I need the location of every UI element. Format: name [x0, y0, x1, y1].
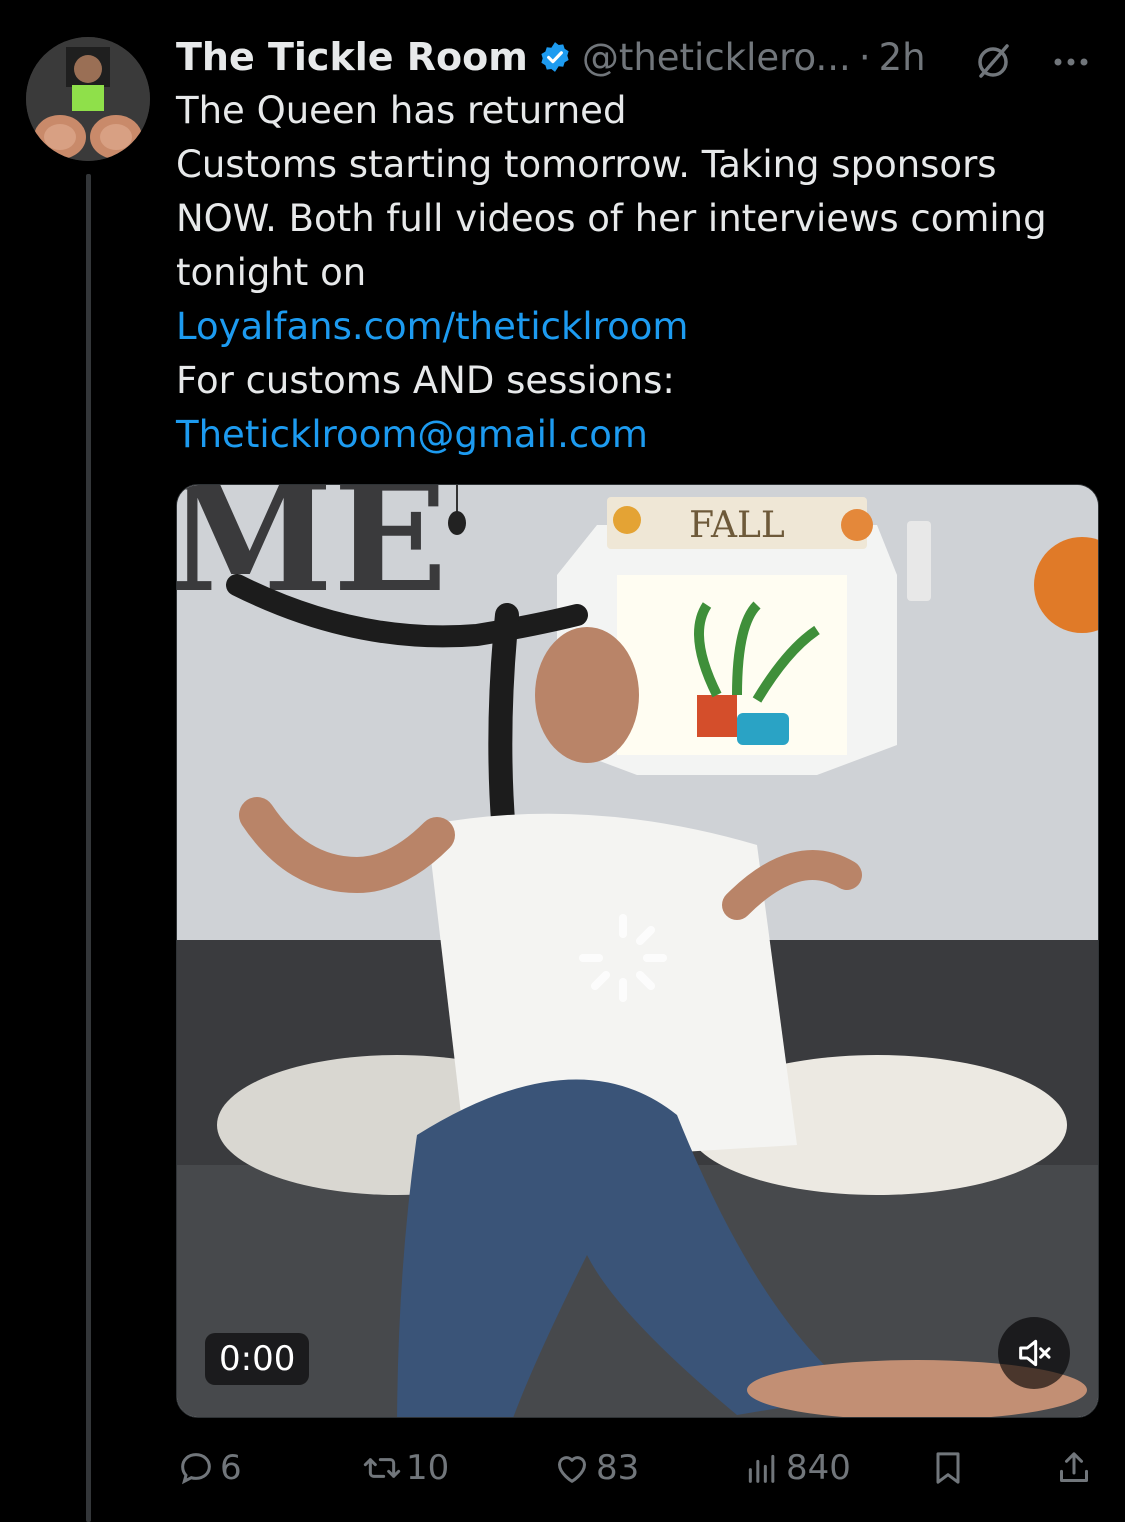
- mute-button[interactable]: [998, 1317, 1070, 1389]
- tweet-text-line: tonight on: [176, 251, 367, 294]
- timestamp[interactable]: 2h: [879, 36, 926, 79]
- tweet-text-line: Customs starting tomorrow. Taking sponso…: [176, 143, 997, 186]
- avatar-image: [26, 37, 150, 161]
- grok-icon[interactable]: [971, 40, 1015, 84]
- tweet-text-line: NOW. Both full videos of her interviews …: [176, 197, 1047, 240]
- repost-icon: [363, 1458, 401, 1478]
- like-icon: [558, 1456, 586, 1483]
- repost-button[interactable]: 10: [362, 1440, 449, 1496]
- fall-sign-text: FALL: [689, 505, 785, 546]
- repost-count: 10: [406, 1448, 450, 1488]
- views-count: 840: [786, 1448, 851, 1488]
- video-player[interactable]: ME FALL 0:00: [176, 484, 1099, 1418]
- loading-spinner-icon: [579, 914, 667, 1002]
- avatar[interactable]: [26, 37, 150, 161]
- views-button[interactable]: 840: [742, 1440, 851, 1496]
- handle[interactable]: @theticklero...: [582, 36, 851, 79]
- display-name[interactable]: The Tickle Room: [176, 35, 528, 79]
- like-count: 83: [596, 1448, 640, 1488]
- video-timestamp: 0:00: [205, 1333, 310, 1385]
- bookmark-icon: [936, 1452, 960, 1484]
- more-icon[interactable]: [1049, 40, 1093, 84]
- email-link[interactable]: Theticklroom@gmail.com: [176, 408, 1086, 462]
- verified-badge-icon: [541, 42, 569, 72]
- views-icon: [748, 1454, 775, 1483]
- separator-dot: ·: [858, 35, 871, 79]
- like-button[interactable]: 83: [552, 1440, 639, 1496]
- tweet-actions: 6 10 83 840: [176, 1440, 1096, 1496]
- share-button[interactable]: [1054, 1440, 1098, 1496]
- thread-line: [86, 174, 91, 1522]
- reply-count: 6: [220, 1448, 242, 1488]
- tweet-header: The Tickle Room @theticklero... · 2h: [176, 30, 1097, 84]
- tweet-text: The Queen has returned Customs starting …: [176, 84, 1086, 462]
- reply-button[interactable]: 6: [176, 1440, 242, 1496]
- tweet-text-line: The Queen has returned: [176, 89, 627, 132]
- loyalfans-link[interactable]: Loyalfans.com/theticklroom: [176, 300, 1086, 354]
- reply-icon: [181, 1453, 211, 1485]
- mute-icon: [1019, 1339, 1051, 1367]
- tweet-text-line: For customs AND sessions:: [176, 359, 675, 402]
- bookmark-button[interactable]: [928, 1440, 972, 1496]
- share-icon: [1060, 1452, 1088, 1482]
